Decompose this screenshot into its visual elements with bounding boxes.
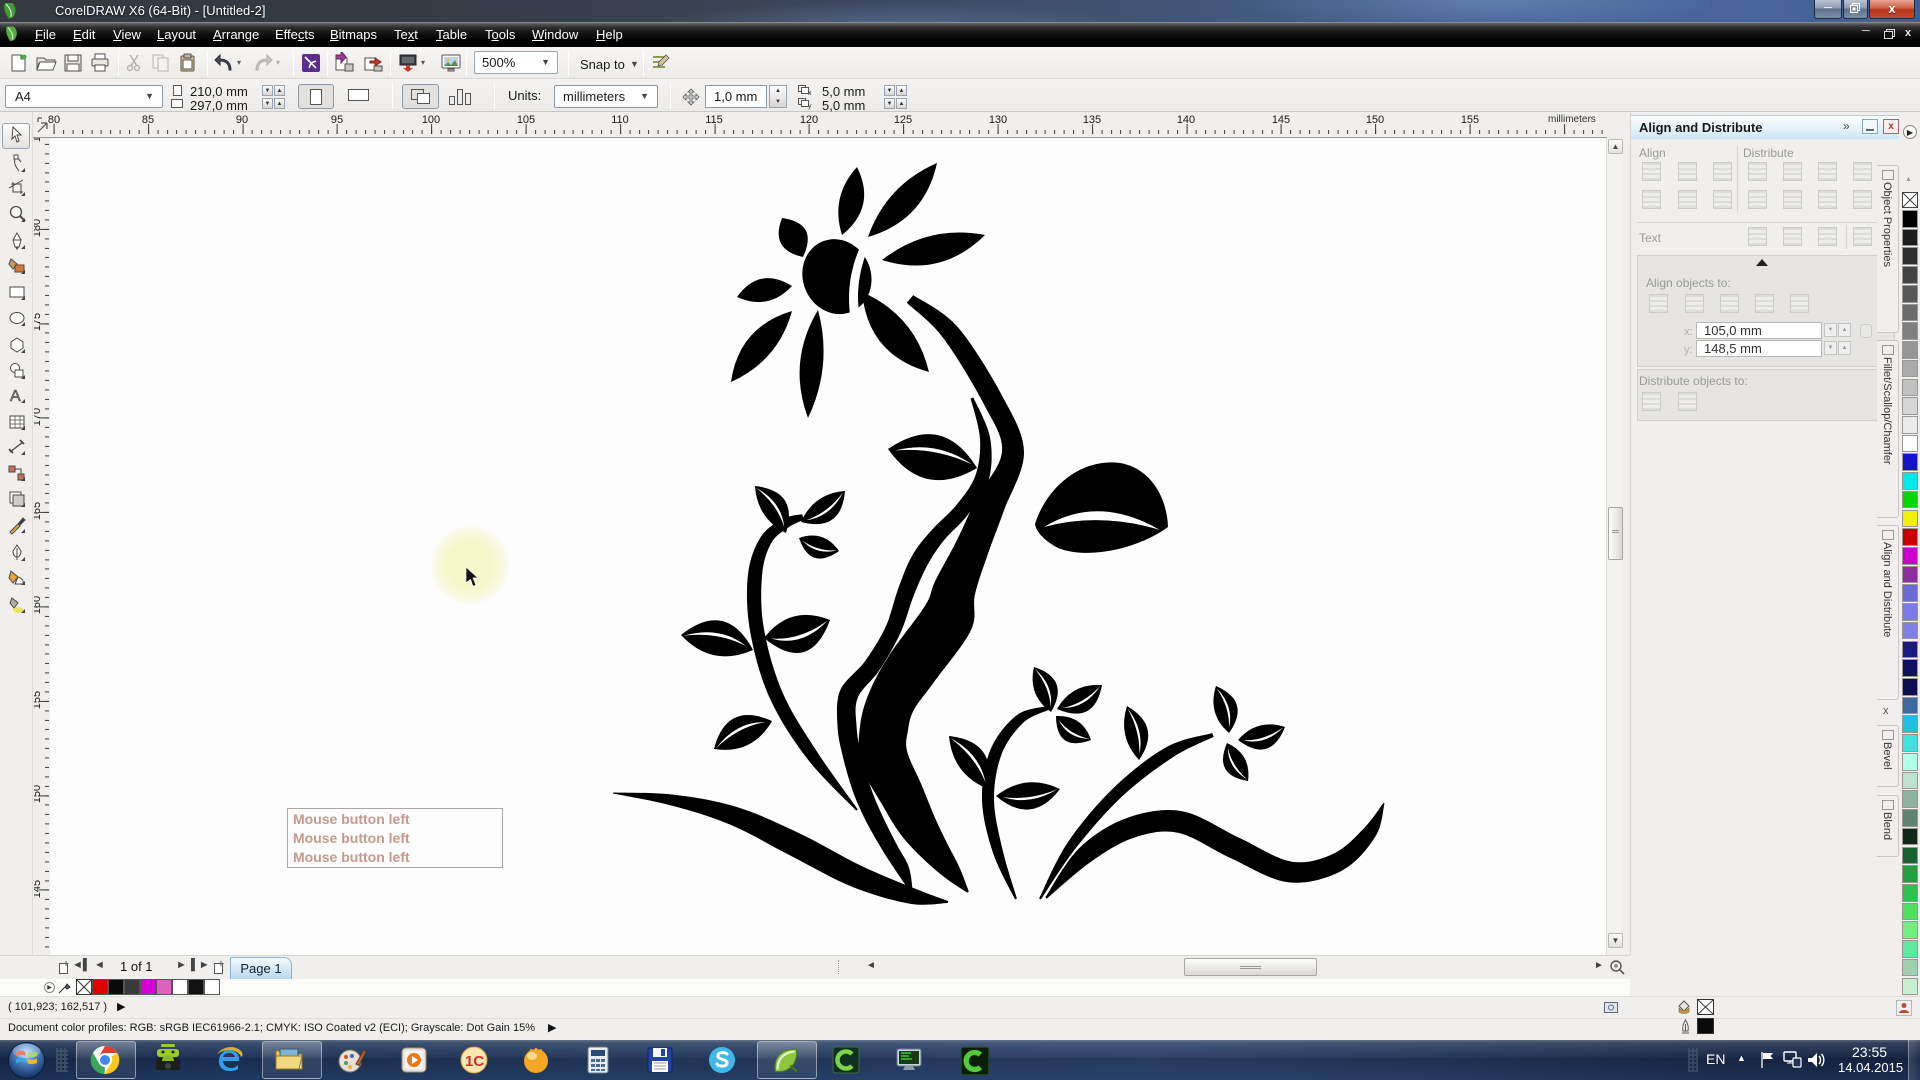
svg-text:x: x <box>808 90 812 97</box>
svg-text:A: A <box>10 388 21 405</box>
svg-text:1C: 1C <box>465 1053 484 1070</box>
svg-text:y: y <box>808 103 812 110</box>
